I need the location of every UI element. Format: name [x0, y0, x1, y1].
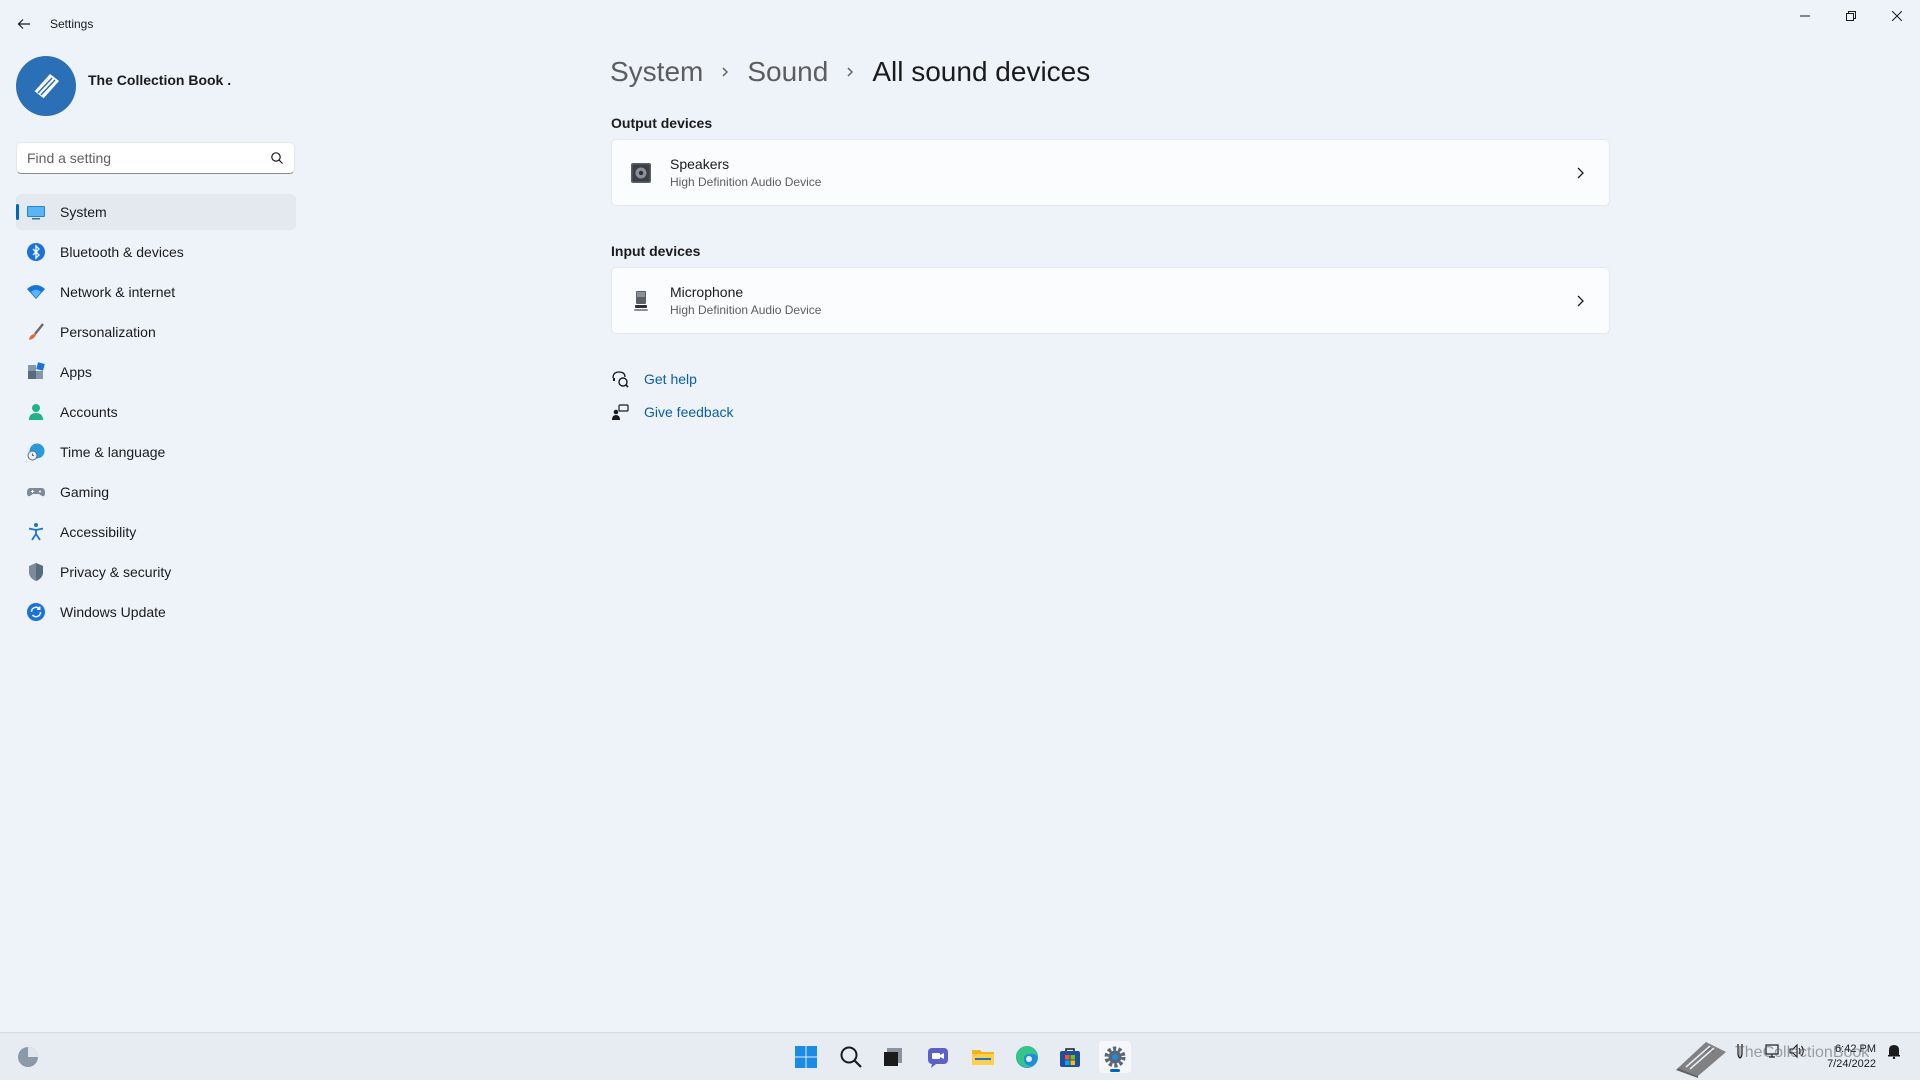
update-icon [26, 602, 46, 622]
accessibility-icon [26, 522, 46, 542]
sidebar-item-label: Accounts [60, 404, 118, 420]
sidebar-item-accessibility[interactable]: Accessibility [16, 514, 296, 550]
sidebar-item-windows-update[interactable]: Windows Update [16, 594, 296, 630]
file-explorer-icon [972, 1050, 994, 1065]
chat-icon [928, 1048, 948, 1068]
device-name: Microphone [670, 284, 744, 300]
search-icon [840, 1046, 862, 1068]
device-description: High Definition Audio Device [670, 175, 822, 189]
sidebar-item-label: Apps [60, 364, 92, 380]
globe-clock-icon [26, 442, 46, 462]
app-title: Settings [50, 17, 94, 31]
start-icon [795, 1046, 817, 1068]
sidebar-item-label: Bluetooth & devices [60, 244, 184, 260]
sidebar-item-network[interactable]: Network & internet [16, 274, 296, 310]
sidebar-item-gaming[interactable]: Gaming [16, 474, 296, 510]
taskbar-search-button[interactable] [835, 1041, 867, 1073]
wifi-icon [26, 282, 46, 302]
get-help-link[interactable]: Get help [611, 370, 697, 388]
output-devices-heading: Output devices [611, 115, 713, 131]
speaker-icon [630, 162, 652, 184]
sidebar-item-apps[interactable]: Apps [16, 354, 296, 390]
sidebar-item-privacy-security[interactable]: Privacy & security [16, 554, 296, 590]
notification-bell-icon [1888, 1045, 1900, 1059]
microphone-device-card[interactable]: Microphone High Definition Audio Device [611, 267, 1610, 334]
sidebar-item-label: Accessibility [60, 524, 137, 540]
settings-icon [1104, 1046, 1126, 1068]
sidebar-item-accounts[interactable]: Accounts [16, 394, 296, 430]
brush-icon [26, 322, 46, 342]
link-label: Give feedback [644, 404, 734, 420]
gamepad-icon [26, 482, 46, 502]
device-name: Speakers [670, 156, 730, 172]
store-button[interactable] [1054, 1041, 1086, 1073]
give-feedback-link[interactable]: Give feedback [611, 403, 734, 421]
widgets-icon[interactable] [16, 1045, 40, 1069]
sidebar-nav: System Bluetooth & devices Network & int… [16, 194, 296, 634]
breadcrumb: System Sound All sound devices [610, 56, 1090, 88]
system-icon [26, 202, 46, 222]
sidebar-item-bluetooth[interactable]: Bluetooth & devices [16, 234, 296, 270]
chevron-right-icon [1577, 167, 1584, 179]
back-arrow-icon [17, 19, 30, 29]
sidebar-item-personalization[interactable]: Personalization [16, 314, 296, 350]
chevron-right-icon [719, 66, 731, 78]
taskbar: 6:42 PM 7/24/2022 [0, 1032, 1920, 1080]
breadcrumb-sound[interactable]: Sound [747, 56, 828, 88]
task-view-icon [884, 1048, 902, 1066]
shield-icon [26, 562, 46, 582]
profile-name: The Collection Book . [88, 72, 232, 88]
store-icon [1060, 1048, 1080, 1067]
title-bar: Settings [0, 0, 1920, 48]
sidebar-item-label: Gaming [60, 484, 110, 500]
help-icon [611, 370, 629, 388]
edge-button[interactable] [1011, 1041, 1043, 1073]
feedback-icon [611, 403, 629, 421]
watermark-text: TheCollectionBook [1735, 1044, 1870, 1061]
book-logo-icon [33, 74, 59, 100]
sidebar-item-time-language[interactable]: Time & language [16, 434, 296, 470]
task-view-button[interactable] [877, 1041, 909, 1073]
input-devices-heading: Input devices [611, 243, 701, 259]
minimize-button[interactable] [1782, 0, 1828, 32]
link-label: Get help [644, 371, 697, 387]
close-icon [1892, 11, 1902, 21]
sidebar-item-label: System [60, 204, 107, 220]
search-box[interactable] [16, 142, 295, 174]
sidebar-item-label: Windows Update [60, 604, 166, 620]
page-title: All sound devices [872, 56, 1091, 87]
sidebar-item-label: Time & language [60, 444, 166, 460]
close-button[interactable] [1874, 0, 1920, 32]
file-explorer-button[interactable] [967, 1041, 999, 1073]
search-icon[interactable] [270, 151, 284, 165]
notifications-button[interactable] [1886, 1043, 1902, 1059]
chevron-right-icon [1577, 295, 1584, 307]
start-button[interactable] [790, 1041, 822, 1073]
minimize-icon [1800, 15, 1810, 17]
sidebar-item-label: Network & internet [60, 284, 176, 300]
breadcrumb-system[interactable]: System [610, 56, 703, 88]
bluetooth-icon [26, 242, 46, 262]
microphone-icon [630, 290, 652, 312]
speakers-device-card[interactable]: Speakers High Definition Audio Device [611, 139, 1610, 206]
chat-button[interactable] [922, 1041, 954, 1073]
avatar[interactable] [16, 56, 76, 116]
sidebar-item-label: Privacy & security [60, 564, 172, 580]
settings-taskbar-button[interactable] [1099, 1041, 1131, 1073]
chevron-right-icon [844, 66, 856, 78]
restore-icon [1846, 11, 1856, 21]
sidebar-item-system[interactable]: System [16, 194, 296, 230]
search-input[interactable] [17, 150, 257, 166]
back-button[interactable] [12, 12, 36, 36]
watermark-book-icon [1676, 1042, 1726, 1078]
edge-icon [1016, 1046, 1038, 1068]
apps-icon [26, 362, 46, 382]
sidebar-item-label: Personalization [60, 324, 156, 340]
restore-button[interactable] [1828, 0, 1874, 32]
device-description: High Definition Audio Device [670, 303, 822, 317]
account-icon [26, 402, 46, 422]
